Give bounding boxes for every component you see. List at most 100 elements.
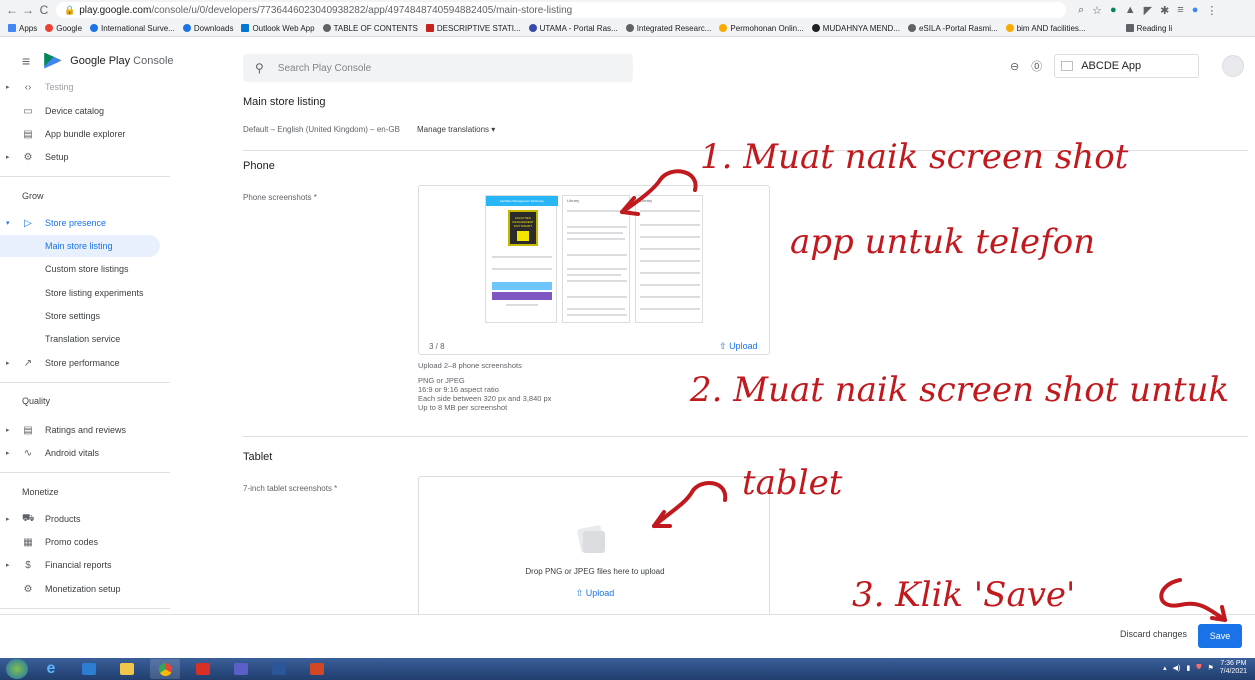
reload-icon[interactable]: C [36,3,52,17]
section-phone: Phone [243,160,275,172]
promo-icon: ▦ [23,536,33,548]
language-label: Default – English (United Kingdom) – en-… [243,125,400,134]
sidebar-item-app-bundle-explorer[interactable]: ▤ App bundle explorer [0,123,160,145]
bookmark-apps[interactable]: Apps [8,24,37,33]
section-quality: Quality [22,396,51,406]
word-icon[interactable] [264,659,294,679]
sidebar-item-financial-reports[interactable]: ▸ $ Financial reports [0,554,160,576]
sidebar-item-android-vitals[interactable]: ▸ ∿ Android vitals [0,442,160,464]
bookmark[interactable]: MUDAHNYA MEND... [811,24,900,33]
device-icon: ▭ [23,105,33,117]
bookmark-reading-list[interactable]: Reading li [1125,24,1172,33]
browser-toolbar: ← → C 🔒 play.google.com /console/u/0/dev… [0,0,1255,20]
file-explorer-icon[interactable] [112,659,142,679]
discard-changes-button[interactable]: Discard changes [1120,629,1187,639]
upload-icon: ⇧ [575,588,584,598]
start-button-icon[interactable] [6,659,28,679]
media-player-icon[interactable] [74,659,104,679]
sidebar-item-promo-codes[interactable]: ▦ Promo codes [0,531,160,553]
back-icon[interactable]: ← [4,3,20,17]
phone-upload-button[interactable]: ⇧ Upload [719,341,758,352]
play-icon: ▷ [24,217,32,229]
link-icon[interactable]: ⊖ [1010,60,1019,73]
chevron-right-icon: ▸ [6,450,10,457]
chevron-right-icon: ▸ [6,154,10,161]
bookmark[interactable]: Downloads [182,24,233,33]
app-icon [1061,61,1074,71]
search-input[interactable]: ⚲ Search Play Console [243,54,633,82]
forward-icon[interactable]: → [20,3,36,17]
menu-icon[interactable]: ⋮ [1206,4,1217,17]
tray-arrow-icon[interactable]: ▴ [1163,664,1167,672]
internet-explorer-icon[interactable]: e [36,659,66,679]
sidebar-item-ratings-and-reviews[interactable]: ▸ ▤ Ratings and reviews [0,419,160,441]
annotation-step-1-cont: app untuk telefon [790,222,1096,262]
puzzle-icon[interactable]: ✱ [1160,4,1169,17]
chevron-right-icon: ▸ [6,516,10,523]
divider [0,176,170,177]
sidebar-item-store-performance[interactable]: ▸ ↗ Store performance [0,352,160,374]
sidebar-item-setup[interactable]: ▸ ⚙ Setup [0,146,160,168]
teams-icon[interactable] [226,659,256,679]
extension-icon[interactable]: ▲ [1125,4,1136,17]
bookmark[interactable]: DESCRIPTIVE STATI... [425,24,521,33]
chevron-down-icon: ▾ [491,125,496,134]
bookmark[interactable]: TABLE OF CONTENTS [322,24,418,33]
annotation-step-2: 2. Muat naik screen shot untuk [690,370,1230,410]
upload-icon: ⇧ [719,341,727,351]
help-icon[interactable]: ⓪ [1031,58,1042,74]
sidebar-item-store-presence[interactable]: ▾ ▷ Store presence [0,212,160,234]
sidebar-item-custom-store-listings[interactable]: Custom store listings [0,258,160,280]
bookmark[interactable]: Integrated Researc... [625,24,711,33]
security-icon[interactable]: ⛊ [1196,664,1201,672]
phone-screenshots-label: Phone screenshots * [243,193,317,202]
action-footer: Discard changes Save [0,614,1255,658]
bookmark[interactable]: UTAMA - Portal Ras... [528,24,618,33]
avatar[interactable] [1222,55,1244,77]
dollar-icon: $ [25,559,31,571]
bookmark-google[interactable]: Google [45,24,82,33]
sidebar-item-testing[interactable]: ▸ ‹› Testing [0,76,160,98]
zoom-icon[interactable]: ⌕ [1078,4,1084,17]
search-icon: ⚲ [255,61,264,75]
annotation-step-2-cont: tablet [742,463,843,503]
app-selector[interactable]: ABCDE App [1054,54,1200,78]
chrome-icon[interactable] [150,659,180,679]
tablet-screenshots-label: 7-inch tablet screenshots * [243,484,338,493]
bookmark[interactable]: Permohonan Onlin... [719,24,804,33]
volume-icon[interactable]: ◀) [1173,664,1181,672]
sidebar-item-monetization-setup[interactable]: ⚙ Monetization setup [0,578,160,600]
book-cover-image: FACILITIES MANAGEMENT DICTIONARY [508,210,538,246]
playlist-icon[interactable]: ≡ [1177,4,1183,17]
clock[interactable]: 7:36 PM 7/4/2021 [1220,660,1247,676]
bookmark[interactable]: International Surve... [90,24,175,33]
sidebar-item-main-store-listing[interactable]: Main store listing [0,235,160,257]
tablet-upload-button[interactable]: ⇧ Upload [419,588,771,599]
sidebar-item-store-settings[interactable]: Store settings [0,305,160,327]
extension-icon[interactable]: ● [1110,4,1117,17]
product-name[interactable]: Google Play Console [70,55,173,67]
hamburger-menu-icon[interactable]: ≡ [22,53,30,69]
phone-screenshot-thumbnail[interactable]: Facilities Management Dictionary FACILIT… [485,195,558,323]
phone-screenshots-dropzone[interactable]: Facilities Management Dictionary FACILIT… [418,185,770,355]
network-icon[interactable]: ▮ [1186,664,1190,672]
bundle-icon: ▤ [23,128,33,140]
profile-icon[interactable]: ● [1192,4,1199,17]
address-bar[interactable]: 🔒 play.google.com /console/u/0/developer… [56,2,1066,18]
sidebar-item-device-catalog[interactable]: ▭ Device catalog [0,100,160,122]
bookmark[interactable]: Outlook Web App [241,24,315,33]
bookmark[interactable]: bim AND facilities... [1005,24,1086,33]
acrobat-icon[interactable] [188,659,218,679]
play-console-logo-icon [44,52,63,69]
divider [0,608,170,609]
star-icon[interactable]: ☆ [1092,4,1102,17]
manage-translations-button[interactable]: Manage translations ▾ [417,125,495,134]
flag-icon[interactable]: ⚑ [1207,664,1213,672]
sidebar-item-products[interactable]: ▸ ⛟ Products [0,508,160,530]
sidebar-item-translation-service[interactable]: Translation service [0,328,160,350]
bookmark[interactable]: eSILA -Portal Rasmi... [907,24,998,33]
sidebar-item-store-listing-experiments[interactable]: Store listing experiments [0,282,160,304]
app-header: ≡ Google Play Console ⚲ Search Play Cons… [0,37,1255,84]
extension-icon[interactable]: ◤ [1144,4,1152,17]
powerpoint-icon[interactable] [302,659,332,679]
